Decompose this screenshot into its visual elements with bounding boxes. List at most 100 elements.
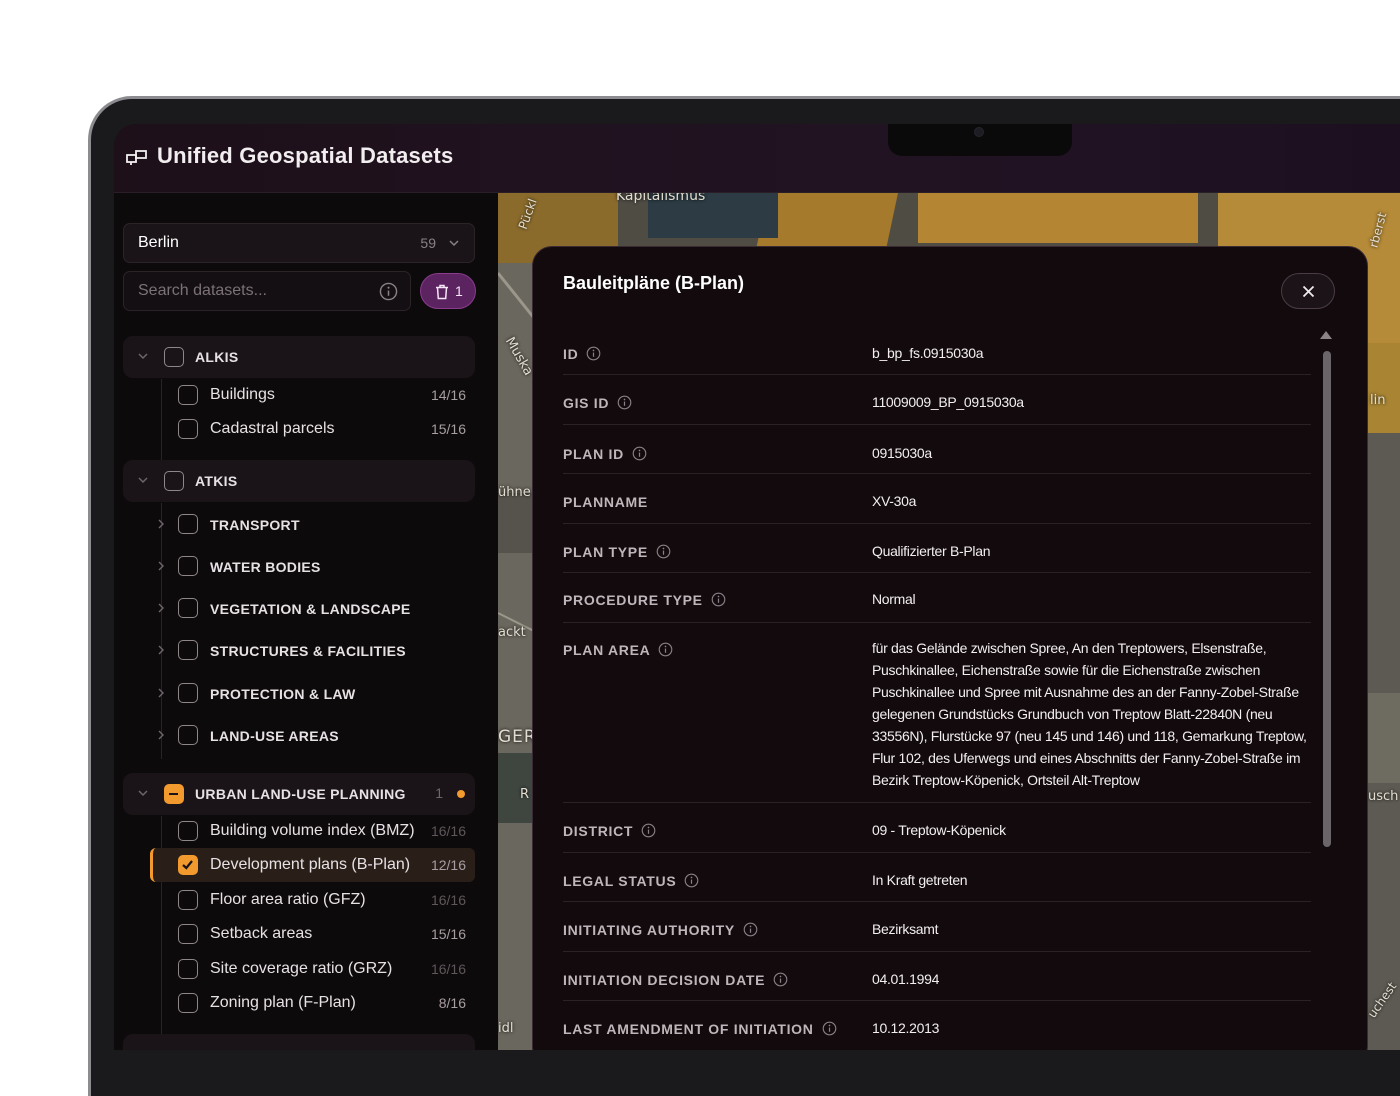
dataset-checkbox[interactable] [178,924,198,944]
info-icon[interactable] [822,1021,837,1036]
attribute-value: Normal [872,591,916,607]
dataset-name: Buildings [210,386,275,403]
dataset-item-buildings[interactable]: Buildings 14/16 [150,378,475,412]
info-icon[interactable] [656,544,671,559]
dataset-checkbox[interactable] [178,855,198,875]
group-atkis[interactable]: ATKIS [123,460,475,502]
active-indicator-dot [457,790,465,798]
panel-title: Bauleitpläne (B-Plan) [563,273,745,293]
group-alkis[interactable]: ALKIS [123,336,475,378]
subgroup-water-bodies[interactable]: WATER BODIES [150,549,475,583]
chevron-right-icon [158,519,164,529]
info-icon[interactable] [711,592,726,607]
group-urban-land-use-planning[interactable]: URBAN LAND-USE PLANNING 1 [123,773,475,815]
subgroup-land-use-areas[interactable]: LAND-USE AREAS [150,718,475,752]
info-icon[interactable] [586,346,601,361]
attribute-value: 11009009_BP_0915030a [872,394,1024,410]
scrollbar[interactable] [1319,331,1333,1050]
search-box [123,271,411,311]
attribute-key: INITIATION DECISION DATE [563,972,788,988]
clear-selection-button[interactable]: 1 [420,273,476,309]
info-icon[interactable] [684,873,699,888]
info-icon[interactable] [617,395,632,410]
group-checkbox[interactable] [164,347,184,367]
chevron-right-icon [158,688,164,698]
subgroup-name: TRANSPORT [210,517,300,533]
dataset-name: Floor area ratio (GFZ) [210,891,366,908]
subgroup-structures-facilities[interactable]: STRUCTURES & FACILITIES [150,633,475,667]
attribute-row-initiating-authority: INITIATING AUTHORITY Bezirksamt [563,902,1311,952]
search-input[interactable] [124,272,374,310]
dataset-name: Setback areas [210,925,313,942]
info-icon[interactable] [641,823,656,838]
subgroup-checkbox[interactable] [178,514,198,534]
dataset-checkbox[interactable] [178,385,198,405]
chevron-right-icon [158,730,164,740]
subgroup-checkbox[interactable] [178,598,198,618]
subgroup-protection-law[interactable]: PROTECTION & LAW [150,676,475,710]
camera-lens [974,127,984,137]
app-title: Unified Geospatial Datasets [157,143,454,168]
attribute-key: DISTRICT [563,823,656,839]
dataset-item-f-plan[interactable]: Zoning plan (F-Plan) 8/16 [150,986,475,1020]
attribute-value: In Kraft getreten [872,872,968,888]
attribute-key: INITIATING AUTHORITY [563,922,758,938]
dataset-checkbox[interactable] [178,419,198,439]
dataset-checkbox[interactable] [178,959,198,979]
attribute-row-plan-id: PLAN ID 0915030a [563,425,1311,474]
dataset-item-cadastral-parcels[interactable]: Cadastral parcels 15/16 [150,412,475,446]
dataset-count: 15/16 [430,421,466,437]
close-button[interactable] [1281,273,1335,309]
dataset-name: Site coverage ratio (GRZ) [210,960,393,977]
dataset-item-setback-areas[interactable]: Setback areas 15/16 [150,917,475,951]
info-icon[interactable] [743,922,758,937]
attribute-value: 0915030a [872,445,932,461]
dataset-count: 15/16 [430,926,466,942]
info-icon[interactable] [658,642,673,657]
attribute-key: PLAN ID [563,446,647,462]
chevron-right-icon [158,645,164,655]
attribute-row-legal-status: LEGAL STATUS In Kraft getreten [563,853,1311,902]
map-label: usch [1368,789,1399,804]
info-icon[interactable] [773,972,788,987]
attribute-value: b_bp_fs.0915030a [872,345,984,361]
attribute-row-last-amendment: LAST AMENDMENT OF INITIATION 10.12.2013 [563,1001,1311,1050]
layers-icon [126,150,147,165]
subgroup-name: STRUCTURES & FACILITIES [210,643,406,659]
group-title: ATKIS [195,473,238,489]
group-checkbox[interactable] [164,471,184,491]
dataset-name: Zoning plan (F-Plan) [210,994,356,1011]
attribute-row-district: DISTRICT 09 - Treptow-Köpenick [563,803,1311,853]
dataset-item-gfz[interactable]: Floor area ratio (GFZ) 16/16 [150,883,475,917]
map-label: Kapitalismus [616,193,706,204]
group-next-partial[interactable] [123,1034,475,1050]
subgroup-checkbox[interactable] [178,683,198,703]
dataset-item-b-plan[interactable]: Development plans (B-Plan) 12/16 [150,848,475,882]
scrollbar-thumb[interactable] [1323,351,1331,847]
dataset-checkbox[interactable] [178,890,198,910]
title-bar: Unified Geospatial Datasets [114,124,1400,193]
subgroup-name: PROTECTION & LAW [210,686,356,702]
dataset-item-grz[interactable]: Site coverage ratio (GRZ) 16/16 [150,952,475,986]
subgroup-checkbox[interactable] [178,556,198,576]
group-checkbox[interactable] [164,784,184,804]
subgroup-transport[interactable]: TRANSPORT [150,507,475,541]
attribute-key: LAST AMENDMENT OF INITIATION [563,1021,837,1037]
dataset-checkbox[interactable] [178,993,198,1013]
info-icon[interactable] [379,282,398,301]
attribute-value: Bezirksamt [872,921,939,937]
dataset-checkbox[interactable] [178,821,198,841]
info-icon[interactable] [632,446,647,461]
subgroup-name: WATER BODIES [210,559,321,575]
chevron-down-icon [449,240,459,247]
dataset-count: 8/16 [438,995,466,1011]
subgroup-checkbox[interactable] [178,640,198,660]
trash-icon [436,284,448,300]
city-select[interactable]: Berlin 59 [123,223,475,263]
scroll-up-arrow-icon[interactable] [1320,331,1332,339]
subgroup-checkbox[interactable] [178,725,198,745]
map-label: lin [1370,393,1386,408]
chevron-right-icon [158,561,164,571]
subgroup-vegetation-landscape[interactable]: VEGETATION & LANDSCAPE [150,591,475,625]
dataset-item-bmz[interactable]: Building volume index (BMZ) 16/16 [150,814,475,848]
